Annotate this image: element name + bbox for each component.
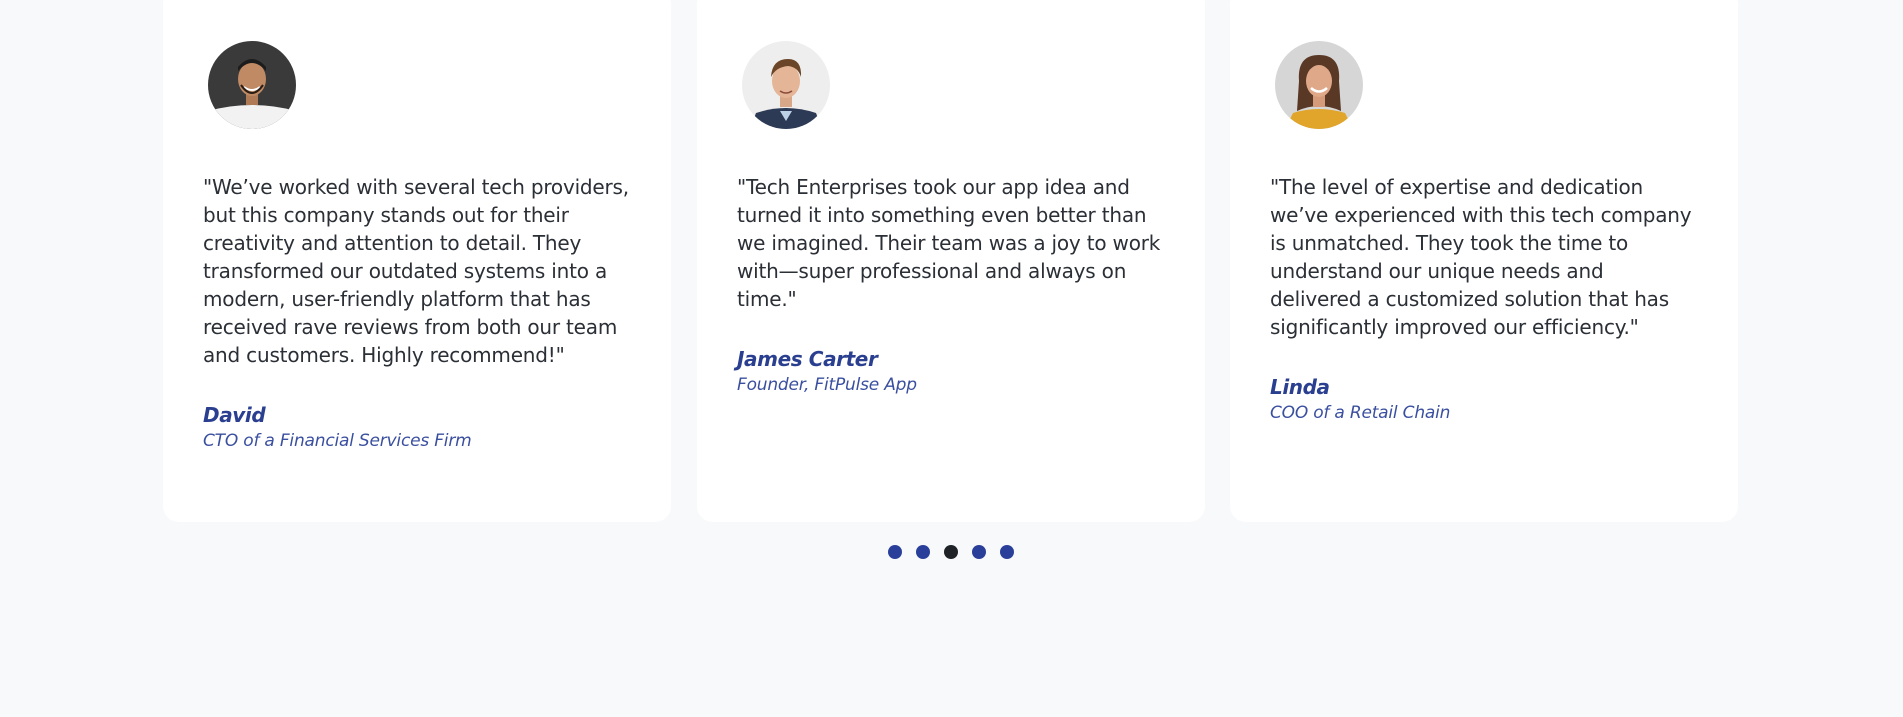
carousel-dot-5[interactable] (1000, 545, 1014, 559)
carousel-dot-4[interactable] (972, 545, 986, 559)
testimonial-role: COO of a Retail Chain (1270, 403, 1451, 423)
carousel-pagination (888, 545, 1014, 559)
testimonial-quote: "Tech Enterprises took our app idea and … (737, 175, 1161, 311)
testimonial-role: CTO of a Financial Services Firm (203, 431, 472, 451)
testimonial-card-3: "The level of expertise and dedication w… (1230, 0, 1738, 522)
testimonial-card-1: "We’ve worked with several tech provider… (163, 0, 671, 522)
avatar-linda (1275, 41, 1363, 129)
testimonial-author: Linda (1270, 375, 1330, 399)
carousel-dot-3[interactable] (944, 545, 958, 559)
testimonials-section: "We’ve worked with several tech provider… (0, 0, 1903, 717)
testimonial-author: James Carter (737, 347, 878, 371)
avatar-david (208, 41, 296, 129)
testimonial-role: Founder, FitPulse App (737, 375, 917, 395)
avatar-photo-icon (742, 41, 830, 129)
carousel-dot-1[interactable] (888, 545, 902, 559)
carousel-dot-2[interactable] (916, 545, 930, 559)
testimonial-quote: "We’ve worked with several tech provider… (203, 175, 629, 367)
avatar-james-carter (742, 41, 830, 129)
testimonial-quote: "The level of expertise and dedication w… (1270, 175, 1692, 339)
avatar-photo-icon (1275, 41, 1363, 129)
avatar-photo-icon (208, 41, 296, 129)
testimonial-card-2: "Tech Enterprises took our app idea and … (697, 0, 1205, 522)
testimonial-author: David (203, 403, 266, 427)
